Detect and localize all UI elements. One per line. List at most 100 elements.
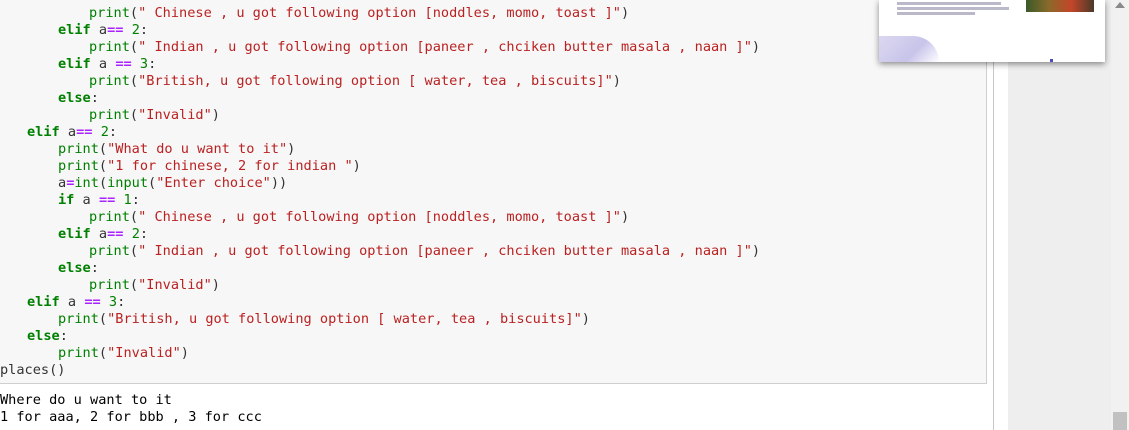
code-line: print("Invalid") — [89, 277, 220, 294]
code-token: print — [89, 5, 130, 21]
code-token: ( — [98, 175, 108, 191]
code-token: places() — [0, 362, 66, 378]
code-token: elif — [58, 226, 91, 242]
code-token: "Invalid" — [138, 277, 212, 293]
code-line: elif a== 2: — [58, 22, 148, 39]
output-line: 1 for aaa, 2 for bbb , 3 for ccc — [0, 409, 262, 425]
code-token: 3 — [139, 56, 149, 72]
code-token: ( — [129, 5, 139, 21]
code-token: : — [139, 22, 149, 38]
code-line: print("Invalid") — [89, 107, 220, 124]
code-token: ) — [620, 5, 630, 21]
code-token: 2 — [100, 124, 109, 140]
code-token: ) — [620, 209, 630, 225]
code-token: " Chinese , u got following option [nodd… — [138, 209, 621, 225]
code-token: "British, u got following option [ water… — [107, 311, 582, 327]
code-token: print — [89, 107, 130, 123]
code-token: ( — [98, 158, 108, 174]
scroll-up-icon[interactable] — [1115, 2, 1125, 8]
code-token: ) — [612, 73, 621, 89]
code-line: else: — [58, 90, 99, 107]
code-token: ( — [129, 73, 139, 89]
code-token: ( — [129, 277, 139, 293]
code-token: elif — [58, 56, 91, 72]
thumbnail-dot — [1050, 59, 1053, 62]
output-area: Where do u want to it 1 for aaa, 2 for b… — [0, 384, 990, 430]
code-token: == — [107, 22, 124, 38]
thumbnail-image — [1026, 0, 1094, 12]
code-token: ( — [129, 243, 139, 259]
code-token: print — [58, 345, 99, 361]
code-token: a — [90, 56, 116, 72]
scrollbar[interactable] — [1111, 0, 1129, 430]
code-token: ( — [148, 175, 157, 191]
code-token: print — [58, 158, 99, 174]
floating-preview-thumbnail[interactable] — [879, 0, 1105, 62]
code-token: : — [131, 192, 140, 208]
code-token: ) — [352, 158, 361, 174]
code-token: 1 — [123, 192, 132, 208]
code-token: ) — [581, 311, 590, 327]
code-token: a — [90, 22, 108, 38]
code-token: == — [115, 56, 132, 72]
code-token: print — [89, 243, 130, 259]
output-line: Where do u want to it — [0, 392, 172, 408]
code-token: print — [58, 141, 99, 157]
code-token: a — [59, 294, 85, 310]
code-line: print("Invalid") — [58, 345, 189, 362]
code-token: ( — [129, 107, 139, 123]
code-line: if a == 1: — [58, 192, 140, 209]
code-token: print — [89, 209, 130, 225]
code-token: a — [59, 124, 77, 140]
panel-divider — [993, 0, 994, 430]
code-line: else: — [58, 260, 99, 277]
code-token: print — [58, 311, 99, 327]
code-line: a=int(input("Enter choice")) — [58, 175, 287, 192]
thumbnail-text-lines — [897, 0, 1027, 15]
code-cell[interactable]: print(" Chinese , u got following option… — [0, 0, 987, 384]
code-token: int — [74, 175, 99, 191]
code-token: elif — [27, 294, 60, 310]
code-token: else — [58, 90, 91, 106]
code-token: elif — [58, 22, 91, 38]
code-token: == — [76, 124, 93, 140]
code-token: "1 for chinese, 2 for indian " — [107, 158, 353, 174]
scrollbar-thumb[interactable] — [1113, 412, 1127, 430]
code-token: ( — [129, 39, 139, 55]
code-line: print(" Chinese , u got following option… — [89, 5, 629, 22]
code-token: : — [90, 260, 99, 276]
code-token: ) — [180, 345, 189, 361]
code-line: places() — [0, 362, 65, 379]
code-line: elif a== 2: — [27, 124, 117, 141]
side-panel — [1008, 0, 1111, 430]
code-token: ) — [287, 141, 296, 157]
code-token: : — [148, 56, 157, 72]
code-line: print(" Indian , u got following option … — [89, 39, 760, 56]
code-token: ( — [98, 311, 108, 327]
code-token: " Indian , u got following option [panee… — [138, 243, 752, 259]
code-token: 2 — [131, 22, 140, 38]
code-token: 3 — [108, 294, 118, 310]
code-token: if — [58, 192, 75, 208]
code-line: elif a == 3: — [58, 56, 156, 73]
code-token: print — [89, 39, 130, 55]
code-line: elif a== 2: — [58, 226, 148, 243]
code-token: elif — [27, 124, 60, 140]
code-token: "Invalid" — [107, 345, 181, 361]
code-token: "Enter choice" — [156, 175, 271, 191]
code-token: : — [90, 90, 99, 106]
code-token: input — [107, 175, 149, 191]
code-token: : — [139, 226, 149, 242]
code-token: a — [58, 175, 67, 191]
code-token: : — [108, 124, 118, 140]
code-token: ) — [751, 243, 761, 259]
code-token: " Chinese , u got following option [nodd… — [138, 5, 621, 21]
code-token: : — [59, 328, 68, 344]
code-line: print("British, u got following option [… — [58, 311, 590, 328]
